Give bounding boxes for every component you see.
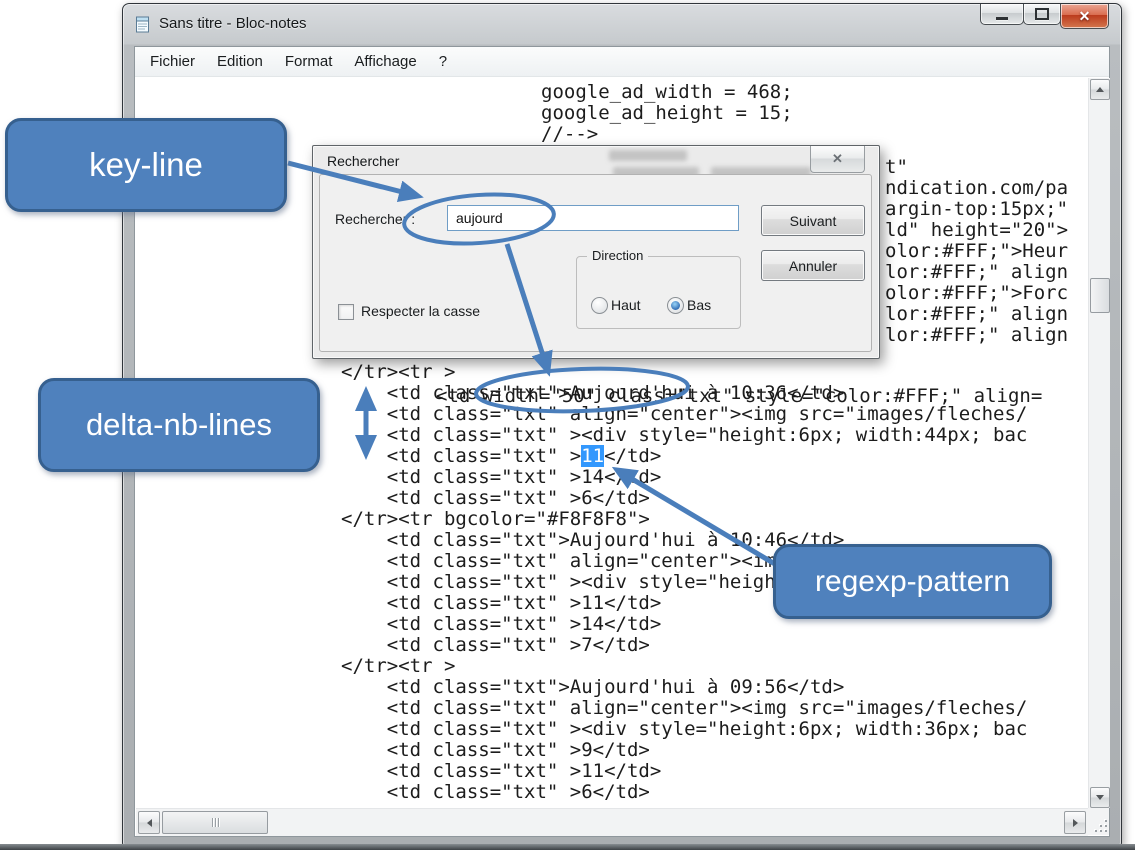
- selected-text: 11: [581, 445, 604, 467]
- screenshot-stage: Sans titre - Bloc-notes ✕ FichierEdition…: [0, 0, 1135, 850]
- code-line: <td class="txt" >6</td>: [341, 488, 1027, 509]
- callout-label: key-line: [89, 146, 203, 184]
- maximize-button[interactable]: [1023, 4, 1061, 25]
- horizontal-scrollbar[interactable]: [136, 808, 1088, 836]
- callout-label: delta-nb-lines: [86, 407, 272, 443]
- resize-grip[interactable]: [1093, 818, 1107, 832]
- code-line: //-->: [541, 124, 793, 145]
- menu-item[interactable]: Affichage: [343, 48, 427, 75]
- blurred-text: [609, 150, 687, 161]
- code-line-fragment: olor:#FFF;">Heur: [885, 241, 1068, 262]
- callout-regexp-pattern: regexp-pattern: [773, 544, 1052, 619]
- radio-direction-up[interactable]: [591, 297, 608, 314]
- radio-direction-down[interactable]: [667, 297, 684, 314]
- code-line: <td class="txt" >7</td>: [341, 635, 1027, 656]
- code-line: <td class="txt">Aujourd'hui à 09:56</td>: [341, 677, 1027, 698]
- code-line: google_ad_width = 468;: [541, 82, 793, 103]
- close-icon: ✕: [832, 151, 843, 167]
- window-title: Sans titre - Bloc-notes: [159, 15, 307, 32]
- cancel-button[interactable]: Annuler: [761, 250, 865, 281]
- match-case-checkbox[interactable]: [338, 304, 354, 320]
- arrow-left-icon: [147, 819, 152, 827]
- code-line: <td class="txt" ><div style="height:6px;…: [341, 425, 1027, 446]
- callout-label: regexp-pattern: [815, 565, 1010, 599]
- title-bar[interactable]: Sans titre - Bloc-notes ✕: [123, 4, 1121, 44]
- minimize-button[interactable]: [980, 4, 1024, 25]
- scroll-right-button[interactable]: [1064, 811, 1086, 834]
- notepad-icon: [134, 15, 152, 33]
- code-line-fragment: lor:#FFF;" align: [885, 304, 1068, 325]
- find-label: Rechercher :: [335, 211, 415, 227]
- code-line: </tr><tr >: [341, 656, 1027, 677]
- code-line: <td class="txt" align="center"><img src=…: [341, 698, 1027, 719]
- code-line: <td class="txt" align="center"><img src=…: [341, 404, 1027, 425]
- code-line-fragment: olor:#FFF;">Forc: [885, 283, 1068, 304]
- vertical-scroll-thumb[interactable]: [1090, 278, 1110, 313]
- menu-item[interactable]: Edition: [206, 48, 274, 75]
- code-line: </tr><tr >: [341, 362, 1027, 383]
- code-line: <td class="txt">Aujourd'hui à 10:36</td>: [341, 383, 1027, 404]
- callout-key-line: key-line: [5, 118, 287, 212]
- find-dialog: Rechercher ✕ Rechercher : Suivant Annule…: [312, 145, 880, 359]
- code-line: <td class="txt" >9</td>: [341, 740, 1027, 761]
- close-button[interactable]: ✕: [1060, 4, 1109, 29]
- maximize-icon: [1035, 8, 1049, 20]
- scrollbar-corner: [1088, 808, 1109, 835]
- arrow-down-icon: [1096, 795, 1104, 800]
- code-line-fragment: ld" height="20">: [885, 220, 1068, 241]
- code-line-fragment: t": [885, 157, 908, 178]
- minimize-icon: [996, 17, 1008, 20]
- thumb-grip: [215, 818, 216, 827]
- radio-up-label: Haut: [611, 297, 641, 313]
- code-line-fragment: ndication.com/pa: [885, 178, 1068, 199]
- code-line: </tr><tr bgcolor="#F8F8F8">: [341, 509, 1027, 530]
- code-line-fragment: argin-top:15px;": [885, 199, 1068, 220]
- radio-down-label: Bas: [687, 297, 711, 313]
- arrow-right-icon: [1073, 819, 1078, 827]
- scroll-up-button[interactable]: [1090, 79, 1110, 100]
- callout-delta-nb-lines: delta-nb-lines: [38, 378, 320, 472]
- menu-item[interactable]: Fichier: [139, 48, 206, 75]
- scroll-left-button[interactable]: [138, 811, 160, 834]
- screen-bottom-edge: [0, 844, 1135, 850]
- vertical-scrollbar[interactable]: [1088, 78, 1110, 808]
- horizontal-scroll-thumb[interactable]: [162, 811, 268, 834]
- code-line: google_ad_height = 15;: [541, 103, 793, 124]
- code-block-top: google_ad_width = 468;google_ad_height =…: [541, 82, 793, 145]
- code-line-fragment: lor:#FFF;" align: [885, 262, 1068, 283]
- find-next-button[interactable]: Suivant: [761, 205, 865, 236]
- close-icon: ✕: [1079, 8, 1091, 25]
- direction-groupbox: Direction Haut Bas: [576, 256, 741, 329]
- find-input[interactable]: [447, 205, 739, 231]
- match-case-label: Respecter la casse: [361, 303, 480, 319]
- thumb-grip: [212, 818, 213, 827]
- dialog-title-bar[interactable]: Rechercher ✕: [313, 146, 879, 173]
- direction-label: Direction: [587, 248, 648, 263]
- menu-item[interactable]: ?: [428, 48, 458, 75]
- code-line: <td class="txt" ><div style="height:6px;…: [341, 719, 1027, 740]
- code-line: <td class="txt" >11</td>: [341, 761, 1027, 782]
- dialog-title: Rechercher: [327, 153, 399, 169]
- code-line: <td class="txt" >14</td>: [341, 467, 1027, 488]
- code-line: <td class="txt" >6</td>: [341, 782, 1027, 803]
- arrow-up-icon: [1096, 87, 1104, 92]
- thumb-grip: [218, 818, 219, 827]
- scroll-down-button[interactable]: [1090, 787, 1110, 808]
- code-line: <td class="txt" >11</td>: [341, 446, 1027, 467]
- menu-bar: FichierEditionFormatAffichage?: [135, 47, 1109, 77]
- code-line-fragment: lor:#FFF;" align: [885, 325, 1068, 346]
- dialog-close-button[interactable]: ✕: [810, 146, 865, 173]
- menu-item[interactable]: Format: [274, 48, 344, 75]
